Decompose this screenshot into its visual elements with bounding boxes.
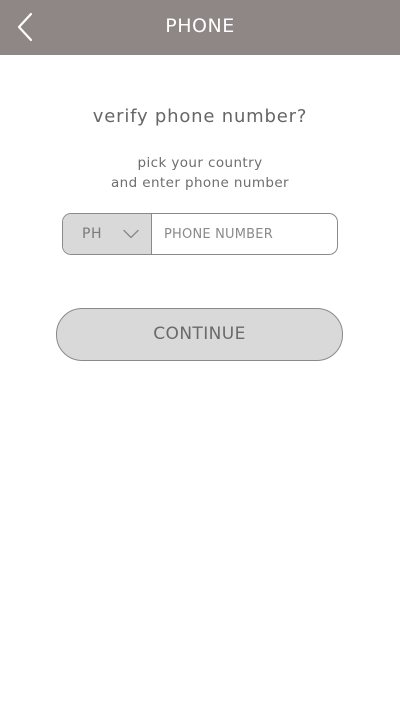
- page-title: PHONE: [165, 15, 235, 37]
- country-code-value: PH: [82, 226, 102, 242]
- instructions-line-2: and enter phone number: [110, 175, 290, 191]
- chevron-left-icon: [17, 12, 33, 42]
- back-button[interactable]: [10, 8, 44, 46]
- phone-entry-group: PH: [62, 213, 338, 255]
- chevron-down-icon: [123, 229, 139, 239]
- country-select[interactable]: PH: [63, 214, 152, 254]
- instructions-text: pick your country and enter phone number: [0, 153, 400, 193]
- continue-button[interactable]: CONTINUE: [56, 308, 343, 361]
- phone-number-input[interactable]: [152, 214, 337, 254]
- verify-question: verify phone number?: [92, 106, 308, 127]
- app-header: PHONE: [0, 0, 400, 55]
- instructions-line-1: pick your country: [137, 155, 263, 171]
